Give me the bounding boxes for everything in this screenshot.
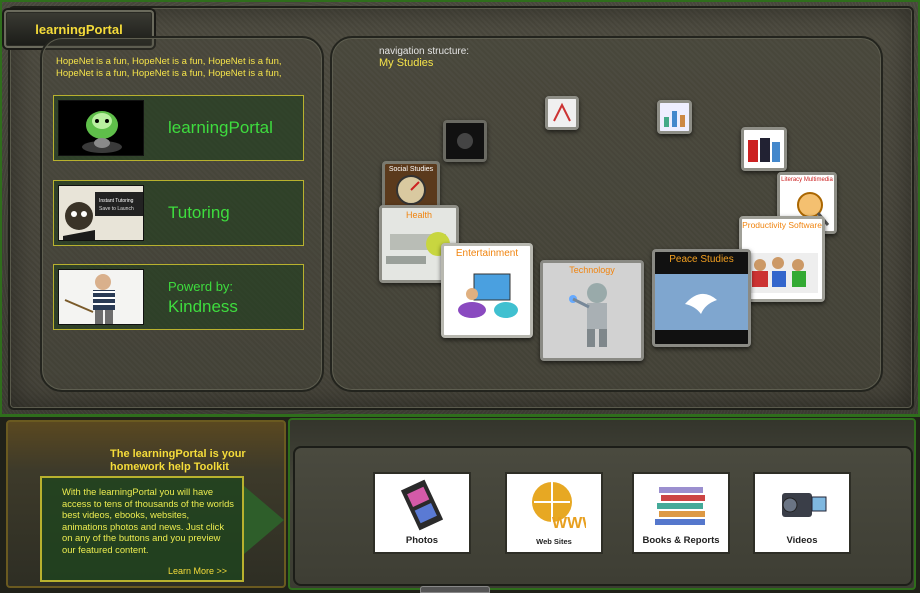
nav-caption: navigation structure: bbox=[379, 46, 470, 57]
film-strip-icon bbox=[375, 474, 469, 535]
books-icon bbox=[634, 474, 728, 535]
tile-label: Health bbox=[405, 210, 432, 220]
media-books-button[interactable]: Books & Reports bbox=[632, 472, 730, 554]
tile-label: Entertainment bbox=[455, 248, 519, 259]
tile-peace-studies[interactable]: Peace Studies bbox=[652, 249, 751, 347]
promo-title: The learningPortal is your homework help… bbox=[110, 448, 246, 473]
nav-breadcrumb[interactable]: My Studies bbox=[379, 57, 433, 69]
promo-body: With the learningPortal you will have ac… bbox=[62, 486, 234, 555]
media-label: Photos bbox=[405, 535, 439, 546]
svg-text:WWW: WWW bbox=[552, 515, 586, 532]
media-label: Books & Reports bbox=[642, 535, 720, 546]
globe-www-icon: WWW bbox=[507, 474, 601, 537]
card-kindness[interactable]: Powerd by: Kindness bbox=[53, 264, 304, 330]
tile-label: Social Studies bbox=[388, 166, 434, 173]
bottom-grill bbox=[420, 586, 490, 593]
ticker-text: HopeNet is a fun, HopeNet is a fun, Hope… bbox=[56, 56, 282, 79]
learn-more-link[interactable]: Learn More >> bbox=[168, 566, 227, 576]
tutoring-thumbnail: Instant Tutoring Save to Launch bbox=[58, 185, 144, 241]
app-title: learningPortal bbox=[35, 21, 123, 37]
tile-small-math[interactable] bbox=[545, 96, 579, 130]
robot-thumbnail bbox=[58, 100, 144, 156]
card-label: learningPortal bbox=[168, 118, 273, 137]
promo-arrow-icon bbox=[244, 486, 284, 554]
media-videos-button[interactable]: Videos bbox=[753, 472, 851, 554]
card-learningportal[interactable]: learningPortal bbox=[53, 95, 304, 161]
tile-label: Technology bbox=[569, 265, 615, 275]
card-label: Tutoring bbox=[168, 203, 230, 222]
svg-text:Save to Launch: Save to Launch bbox=[99, 206, 134, 212]
camcorder-icon bbox=[755, 474, 849, 535]
media-websites-button[interactable]: WWW Web Sites bbox=[505, 472, 603, 554]
card-sub-label: Powerd by: bbox=[168, 279, 234, 294]
tile-entertainment[interactable]: Entertainment bbox=[441, 243, 533, 338]
tile-small-dark[interactable] bbox=[443, 120, 487, 162]
card-tutoring[interactable]: Instant Tutoring Save to Launch Tutoring bbox=[53, 180, 304, 246]
media-label: Videos bbox=[786, 535, 818, 546]
media-photos-button[interactable]: Photos bbox=[373, 472, 471, 554]
tile-label: Literacy Multimedia bbox=[781, 177, 833, 183]
tile-technology[interactable]: Technology bbox=[540, 260, 644, 361]
tile-small-chart[interactable] bbox=[657, 100, 692, 134]
media-label: Web Sites bbox=[536, 537, 572, 546]
tile-label: Productivity Software bbox=[742, 220, 822, 230]
tile-label: Peace Studies bbox=[669, 254, 734, 265]
tile-small-people[interactable] bbox=[741, 127, 787, 171]
card-main-label: Kindness bbox=[168, 297, 238, 316]
card-label: Powerd by: Kindness bbox=[168, 277, 238, 317]
tile-productivity-software[interactable]: Productivity Software bbox=[739, 216, 825, 302]
svg-text:Instant Tutoring: Instant Tutoring bbox=[99, 198, 134, 204]
child-thumbnail bbox=[58, 269, 144, 325]
